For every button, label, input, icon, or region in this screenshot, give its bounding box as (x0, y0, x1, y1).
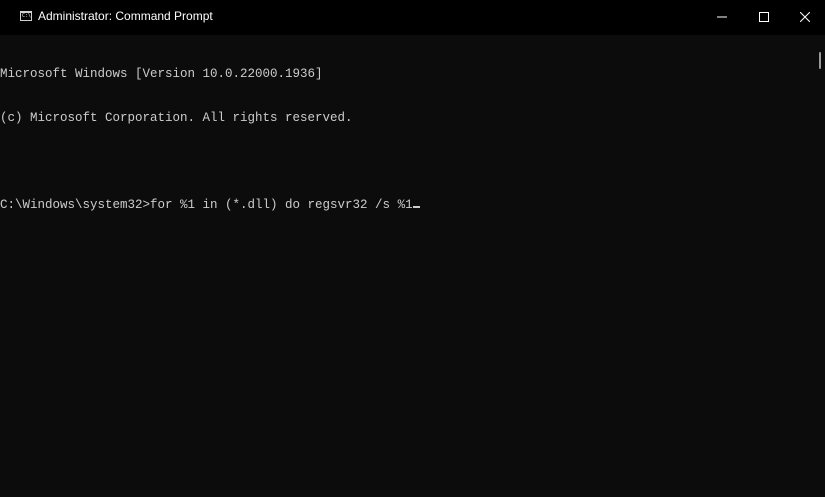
command-prompt-icon[interactable] (20, 11, 32, 21)
prompt-command: C:\Windows\system32>for %1 in (*.dll) do… (0, 197, 413, 212)
console-line-prompt[interactable]: C:\Windows\system32>for %1 in (*.dll) do… (0, 198, 812, 213)
console-line-copyright: (c) Microsoft Corporation. All rights re… (0, 110, 353, 125)
console-output[interactable]: Microsoft Windows [Version 10.0.22000.19… (0, 38, 812, 497)
maximize-icon (759, 12, 769, 22)
console-line-version: Microsoft Windows [Version 10.0.22000.19… (0, 67, 323, 81)
minimize-icon (717, 16, 727, 18)
maximize-button[interactable] (743, 0, 785, 35)
vertical-scrollbar[interactable] (812, 38, 825, 497)
title-bar[interactable]: Administrator: Command Prompt (0, 0, 825, 35)
minimize-button[interactable] (701, 0, 743, 35)
close-icon (800, 12, 810, 22)
text-cursor (412, 205, 420, 208)
close-button[interactable] (784, 0, 825, 35)
window-title: Administrator: Command Prompt (38, 9, 213, 23)
scrollbar-thumb[interactable] (819, 52, 821, 69)
command-prompt-window: Administrator: Command Prompt Microsoft … (0, 0, 825, 497)
